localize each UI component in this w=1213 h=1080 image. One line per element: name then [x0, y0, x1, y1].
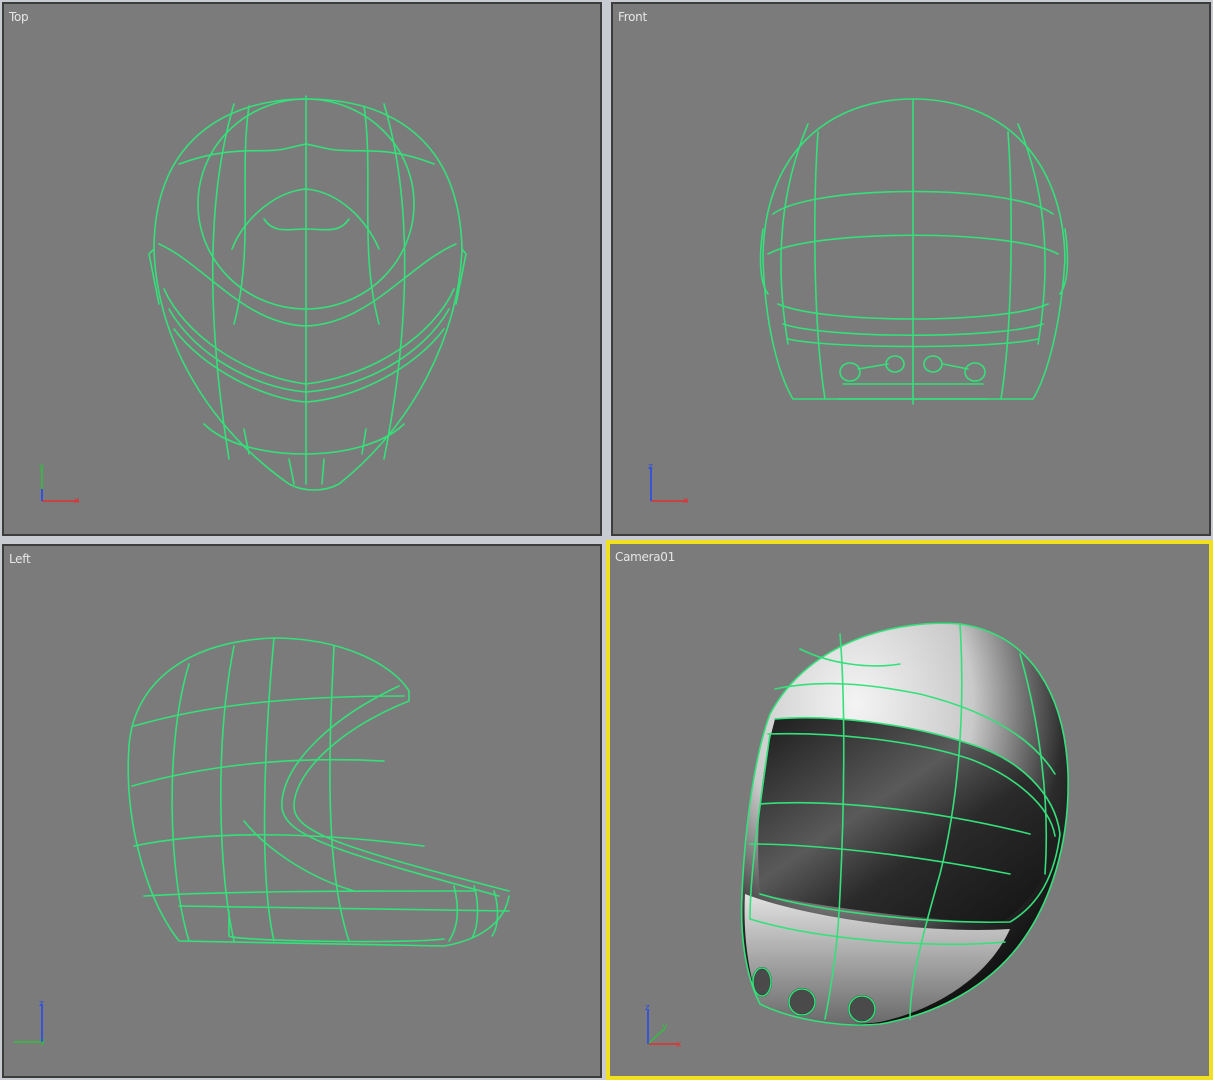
helmet-top-wireframe [148, 95, 467, 491]
svg-text:y: y [39, 462, 45, 472]
svg-text:y: y [40, 1037, 46, 1047]
svg-text:z: z [648, 462, 653, 472]
viewport-top[interactable]: Top x y [2, 2, 602, 536]
helmet-left-wireframe [127, 637, 510, 947]
svg-text:x: x [74, 496, 80, 506]
xyz-axis-icon: x y z [645, 1003, 682, 1050]
svg-text:x: x [683, 496, 689, 506]
viewport-camera01[interactable]: Camera01 x y z [606, 540, 1213, 1080]
xyz-axis-icon: x y [39, 462, 80, 506]
svg-text:x: x [676, 1040, 682, 1050]
helmet-shaded-render [740, 622, 1069, 1026]
xyz-axis-icon: y z [14, 999, 46, 1047]
viewport-left[interactable]: Left y z [2, 544, 602, 1078]
helmet-front-wireframe [759, 98, 1069, 405]
viewport-front[interactable]: Front x z [611, 2, 1211, 536]
svg-text:z: z [645, 1003, 650, 1013]
svg-text:z: z [39, 999, 44, 1009]
svg-text:y: y [662, 1022, 668, 1032]
xyz-axis-icon: x z [648, 462, 689, 506]
